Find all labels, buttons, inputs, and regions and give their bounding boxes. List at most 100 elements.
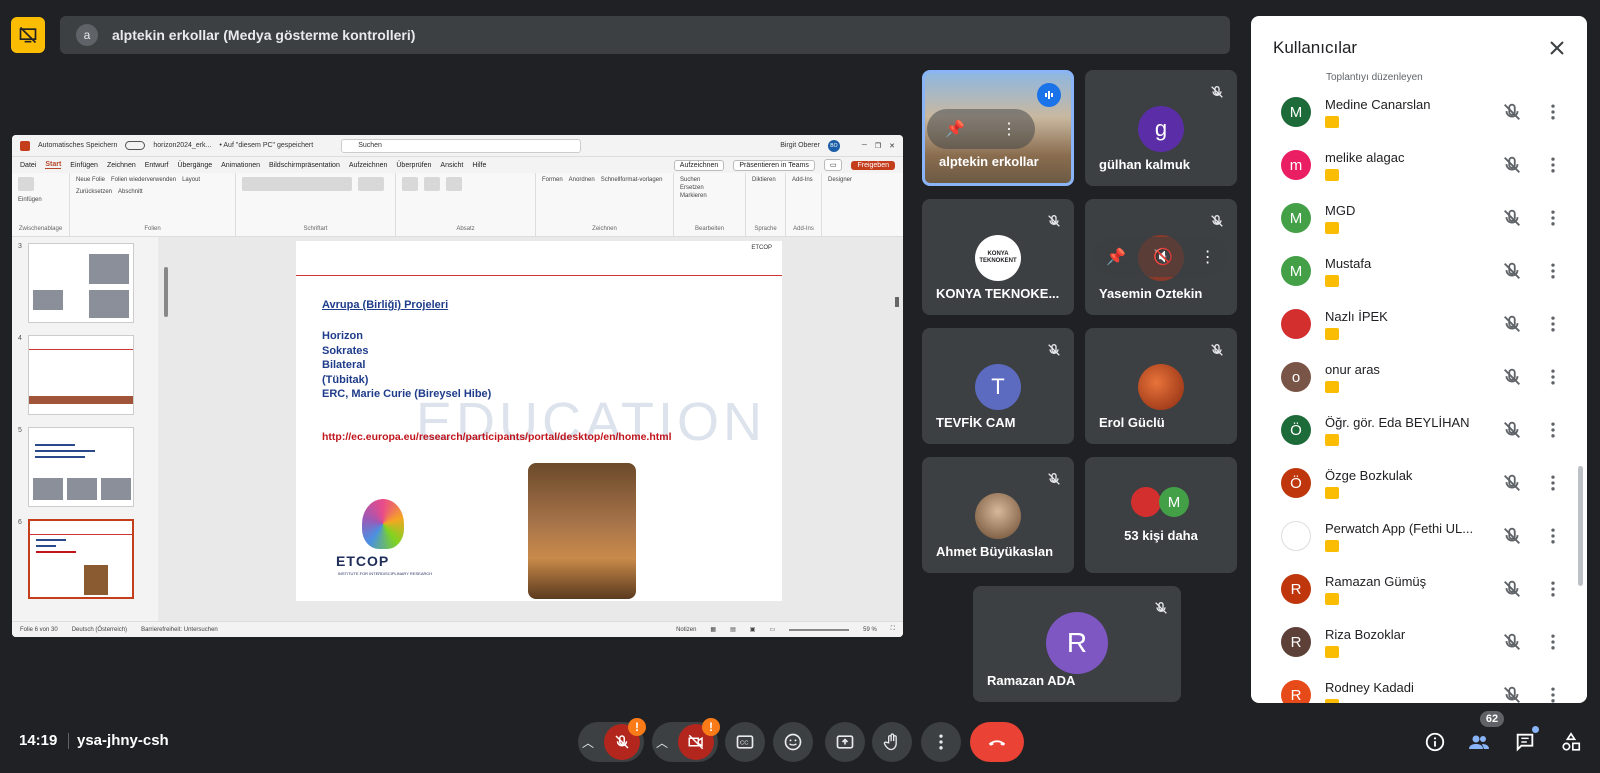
mic-off-icon[interactable] xyxy=(1501,472,1523,494)
align-icon[interactable] xyxy=(446,177,462,191)
participant-row[interactable]: M Mustafa xyxy=(1281,245,1577,297)
close-icon[interactable]: ✕ xyxy=(889,142,895,150)
more-vert-icon[interactable] xyxy=(1543,526,1563,546)
participant-row[interactable]: Ö Öğr. gör. Eda BEYLİHAN xyxy=(1281,404,1577,456)
chevron-up-icon[interactable]: ︿ xyxy=(656,734,668,751)
mic-off-icon[interactable] xyxy=(1501,101,1523,123)
shapes-button[interactable]: Formen xyxy=(542,177,563,183)
thumbnail-scrollbar[interactable] xyxy=(164,267,168,317)
more-options-icon[interactable]: ⋮ xyxy=(1001,119,1017,139)
designer-button[interactable]: Designer xyxy=(828,177,852,183)
more-participants-tile[interactable]: M 53 kişi daha xyxy=(1085,457,1237,573)
more-vert-icon[interactable] xyxy=(1543,579,1563,599)
reactions-button[interactable] xyxy=(773,722,813,762)
layout-button[interactable]: Layout xyxy=(182,177,200,183)
activities-button[interactable] xyxy=(1555,726,1587,758)
addins-button[interactable]: Add-Ins xyxy=(792,177,813,183)
mic-off-icon[interactable] xyxy=(1501,684,1523,703)
participant-row[interactable]: R Riza Bozoklar xyxy=(1281,616,1577,668)
menu-hilfe[interactable]: Hilfe xyxy=(472,162,486,169)
font-size-select[interactable] xyxy=(358,177,384,191)
more-vert-icon[interactable] xyxy=(1543,155,1563,175)
restore-icon[interactable]: ❐ xyxy=(875,142,881,150)
more-vert-icon[interactable] xyxy=(1543,102,1563,122)
ppt-search-input[interactable]: Suchen xyxy=(341,138,582,153)
find-button[interactable]: Suchen xyxy=(680,177,739,183)
people-button[interactable] xyxy=(1463,726,1495,758)
menu-ueberpruefen[interactable]: Überprüfen xyxy=(396,162,431,169)
participant-row[interactable]: M Medine Canarslan xyxy=(1281,86,1577,138)
more-vert-icon[interactable] xyxy=(1543,367,1563,387)
slide-thumbnail-selected[interactable] xyxy=(27,519,134,599)
font-family-select[interactable] xyxy=(242,177,352,191)
more-options-icon[interactable]: ⋮ xyxy=(1200,247,1216,267)
reset-button[interactable]: Zurücksetzen xyxy=(76,189,112,195)
view-sorter-icon[interactable]: ▤ xyxy=(730,626,736,633)
participant-tile[interactable]: KONYA TEKNOKENT KONYA TEKNOKE... xyxy=(922,199,1074,315)
participant-row[interactable]: m melike alagac xyxy=(1281,139,1577,191)
mic-off-icon[interactable] xyxy=(1501,207,1523,229)
comments-icon[interactable]: ▭ xyxy=(823,159,843,171)
more-vert-icon[interactable] xyxy=(1543,314,1563,334)
menu-zeichnen[interactable]: Zeichnen xyxy=(107,162,136,169)
menu-start[interactable]: Start xyxy=(45,161,62,169)
quick-styles-button[interactable]: Schnellformat-vorlagen xyxy=(601,177,663,183)
reuse-slides-button[interactable]: Folien wiederverwenden xyxy=(111,177,176,183)
paste-icon[interactable] xyxy=(18,177,34,191)
mic-off-icon[interactable] xyxy=(1501,578,1523,600)
ppt-user-avatar[interactable]: BO xyxy=(827,139,840,152)
share-button[interactable]: Freigeben xyxy=(851,160,895,170)
menu-entwurf[interactable]: Entwurf xyxy=(145,162,169,169)
close-icon[interactable] xyxy=(1545,36,1569,60)
autosave-toggle[interactable] xyxy=(125,141,146,150)
chevron-up-icon[interactable]: ︿ xyxy=(582,734,594,751)
participant-row[interactable]: o onur aras xyxy=(1281,351,1577,403)
language-status[interactable]: Deutsch (Österreich) xyxy=(72,627,127,633)
more-vert-icon[interactable] xyxy=(1543,632,1563,652)
view-reading-icon[interactable]: ▣ xyxy=(750,626,756,633)
participant-row[interactable]: R Rodney Kadadi xyxy=(1281,669,1577,703)
view-normal-icon[interactable]: ▦ xyxy=(710,626,716,633)
section-button[interactable]: Abschnitt xyxy=(118,189,143,195)
menu-animationen[interactable]: Animationen xyxy=(221,162,260,169)
mic-off-icon[interactable] xyxy=(1501,419,1523,441)
slide-thumbnail[interactable] xyxy=(27,243,134,323)
participant-tile[interactable]: Ahmet Büyükaslan xyxy=(922,457,1074,573)
participant-tile[interactable]: Y 📌 🔇 ⋮ Yasemin Oztekin xyxy=(1085,199,1237,315)
zoom-slider[interactable] xyxy=(789,628,850,631)
pin-icon[interactable]: 📌 xyxy=(945,119,965,139)
mic-off-icon[interactable] xyxy=(1501,366,1523,388)
present-now-button[interactable] xyxy=(825,722,865,762)
mic-off-icon[interactable] xyxy=(1501,313,1523,335)
record-button[interactable]: Aufzeichnen xyxy=(673,159,725,171)
leave-call-button[interactable] xyxy=(970,722,1024,762)
more-vert-icon[interactable] xyxy=(1543,208,1563,228)
raise-hand-button[interactable] xyxy=(872,722,912,762)
select-button[interactable]: Markieren xyxy=(680,193,739,199)
more-options-button[interactable] xyxy=(921,722,961,762)
slide-thumbnail[interactable] xyxy=(27,335,134,415)
slide-link[interactable]: http://ec.europa.eu/research/participant… xyxy=(322,431,672,443)
thumbnail-row[interactable]: 5 xyxy=(18,427,134,507)
view-slideshow-icon[interactable]: ▭ xyxy=(769,626,775,633)
participant-tile-speaking[interactable]: 📌 ⋮ alptekin erkollar xyxy=(922,70,1074,186)
presenting-indicator-icon[interactable] xyxy=(11,17,45,53)
current-slide[interactable]: ETCOP EDUCATION Avrupa (Birliği) Projele… xyxy=(296,241,782,601)
replace-button[interactable]: Ersetzen xyxy=(680,185,739,191)
participant-row[interactable]: Ö Özge Bozkulak xyxy=(1281,457,1577,509)
fit-slide-icon[interactable]: ⛶ xyxy=(891,626,895,633)
slide-scrollbar[interactable] xyxy=(895,297,899,307)
thumbnail-row[interactable]: 3 xyxy=(18,243,134,323)
panel-scrollbar[interactable] xyxy=(1578,466,1583,586)
menu-uebergaenge[interactable]: Übergänge xyxy=(177,162,212,169)
participant-row[interactable]: R Ramazan Gümüş xyxy=(1281,563,1577,615)
participant-row[interactable]: Perwatch App (Fethi UL... xyxy=(1281,510,1577,562)
participant-row[interactable]: Nazlı İPEK xyxy=(1281,298,1577,350)
mic-off-icon[interactable] xyxy=(1501,260,1523,282)
mic-off-icon[interactable] xyxy=(1501,525,1523,547)
more-vert-icon[interactable] xyxy=(1543,473,1563,493)
more-vert-icon[interactable] xyxy=(1543,420,1563,440)
menu-aufzeichnen[interactable]: Aufzeichnen xyxy=(349,162,388,169)
slide-thumbnails-pane[interactable]: 3 4 5 6 xyxy=(12,237,158,621)
camera-control-group[interactable]: ︿ ! xyxy=(652,718,720,762)
